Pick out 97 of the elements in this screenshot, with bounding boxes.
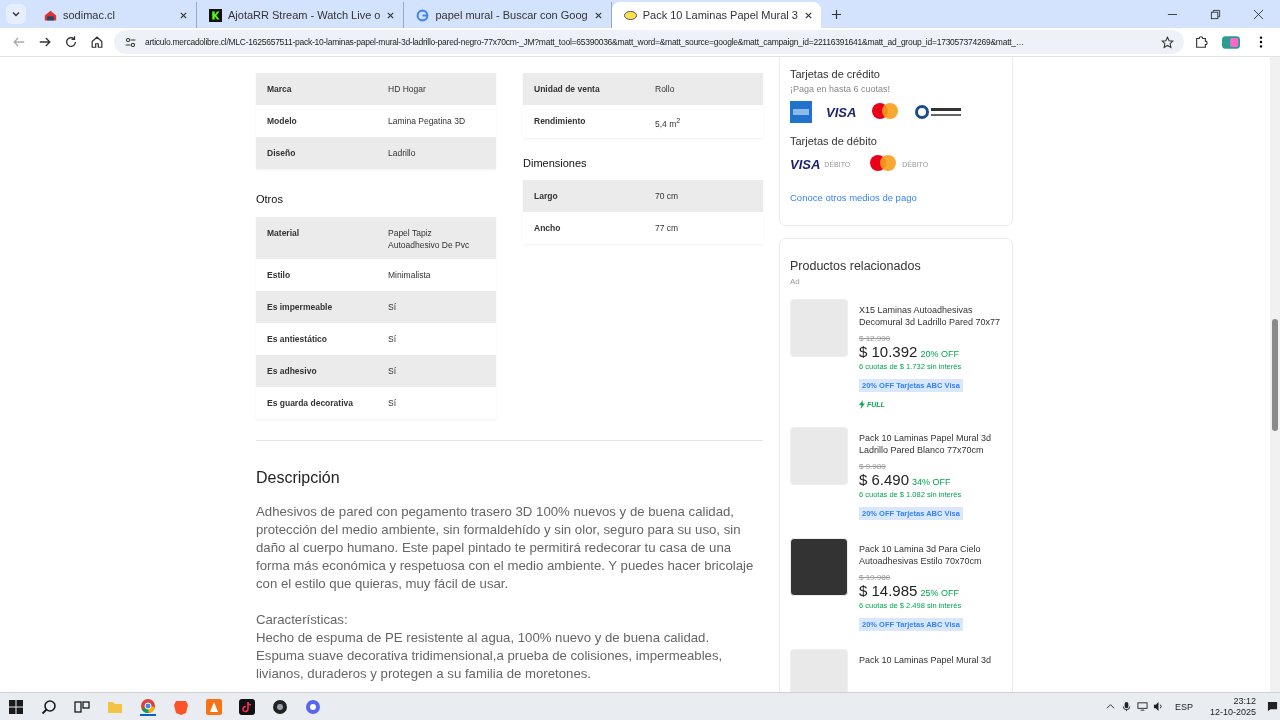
spec-value: Sí [388, 365, 398, 378]
task-view-icon[interactable] [74, 698, 90, 715]
close-icon[interactable] [804, 10, 813, 20]
spec-label: Es adhesivo [267, 366, 318, 378]
chevron-up-icon[interactable] [1104, 701, 1116, 712]
language-indicator[interactable]: ESP [1174, 701, 1193, 712]
close-icon[interactable] [386, 10, 396, 20]
spec-label: Marca [267, 84, 293, 96]
product-photo-placeholder[interactable] [790, 538, 848, 596]
mastercard-logo-icon [868, 154, 899, 174]
spec-label: Diseño [267, 148, 297, 160]
installments-note: ¡Paga en hasta 6 cuotas! [790, 84, 892, 94]
spec-value: Sí [388, 333, 398, 346]
k-logo-icon [209, 8, 222, 22]
spec-value: 70 cm [655, 189, 680, 203]
windows-start-icon[interactable] [8, 698, 24, 715]
clock-time[interactable]: 23:12 [1233, 695, 1256, 707]
payment-methods-link[interactable]: Conoce otros medios de pago [790, 192, 917, 203]
circle-app-icon[interactable] [272, 698, 288, 715]
spec-value: Papel Tapiz Autoadhesivo De Pvc [388, 227, 471, 252]
address-bar[interactable] [114, 30, 1184, 54]
product-title-link[interactable]: Pack 10 Laminas Papel Mural 3d [859, 654, 1002, 666]
reload-icon[interactable] [64, 35, 78, 49]
chrome-icon[interactable] [140, 697, 156, 716]
spec-label: Es antiestático [267, 334, 328, 346]
product-title-link[interactable]: Pack 10 Laminas Papel Mural 3d Ladrillo Pared Blanco 77x70cm [859, 432, 1002, 456]
related-title: Productos relacionados [790, 259, 922, 273]
profile-icon[interactable] [1222, 35, 1240, 49]
discount-label: 25% OFF [920, 588, 959, 598]
notification-icon[interactable] [1267, 701, 1278, 712]
chevron-down-icon [11, 9, 21, 19]
home-icon[interactable] [90, 35, 104, 49]
spec-label: Es guarda decorativa [267, 398, 354, 410]
network-icon[interactable] [1136, 701, 1148, 712]
spec-label: Rendimiento [534, 116, 587, 128]
credit-cards-title: Tarjetas de crédito [790, 68, 881, 80]
browser-tab[interactable]: Pack 10 Laminas Papel Mural 3 [611, 2, 821, 28]
volume-icon[interactable] [1152, 701, 1164, 712]
spec-label: Estilo [267, 270, 292, 282]
tab-search-button[interactable] [6, 4, 26, 24]
spec-value: Minimalista [388, 269, 432, 282]
spec-label: Es impermeable [267, 302, 334, 314]
url-text: articulo.mercadolibre.cl/MLC-1625657511-pack-10-laminas-papel-mural-3d-ladrillo-pared-negro-77x70cm-_JM?matt_tool=65390036&matt_word=&matt_source=google&matt_campaign_id=22116391641&matt_ad_group_id=173057374269&matt_… [145, 37, 1026, 47]
spec-value: Sí [388, 397, 398, 410]
product-price: $ 14.985 [859, 582, 918, 599]
restore-icon[interactable] [1210, 9, 1221, 20]
music-note-icon[interactable] [239, 698, 255, 715]
product-price: $ 6.490 [859, 471, 910, 488]
card-logo-icon [790, 101, 812, 123]
original-price: $ 12.990 [859, 334, 892, 343]
spec-value: Sí [388, 301, 398, 314]
product-price: $ 10.392 [859, 343, 918, 360]
spec-value: Lamina Pegatina 3D [388, 115, 467, 128]
description-heading: Descripción [256, 469, 341, 487]
spec-label: Material [267, 228, 301, 240]
spec-label: Modelo [267, 116, 298, 128]
search-icon[interactable] [41, 698, 57, 715]
discount-label: 34% OFF [912, 477, 951, 487]
feature-line: Hecho de espuma de PE resistente al agua, 100% nuevo y de buena calidad. [256, 629, 711, 647]
visa-logo: VISA [790, 156, 821, 172]
close-icon[interactable] [1253, 9, 1264, 20]
site-settings-icon[interactable] [124, 35, 137, 49]
spec-value: Rollo [655, 83, 676, 96]
spec-value: 5,4 m$^{2}$ [655, 116, 682, 131]
features-heading: Características: [256, 611, 349, 629]
new-tab-icon[interactable] [831, 9, 842, 20]
star-icon[interactable] [1161, 35, 1174, 49]
ad-label: Ad [790, 277, 801, 286]
product-title-link[interactable]: Pack 10 Lamina 3d Para Cielo Autoadhesivas Estilo 70x70cm [859, 543, 1002, 567]
house-icon [44, 8, 57, 22]
scrollbar[interactable] [1270, 57, 1280, 692]
discount-label: 20% OFF [920, 349, 959, 359]
spec-value: Ladrillo [388, 147, 417, 160]
puzzle-piece-icon[interactable] [1194, 35, 1208, 49]
original-price: $ 19.980 [859, 573, 892, 582]
section-heading: Dimensiones [523, 156, 588, 169]
close-icon[interactable] [593, 10, 603, 20]
spec-value: HD Hogar [388, 83, 427, 96]
mastercard-logo-icon [870, 102, 901, 122]
microphone-icon[interactable] [1120, 701, 1132, 712]
close-icon[interactable] [179, 10, 188, 20]
feature-line: livianos, duraderos y protegen a su familia de moretones. [256, 665, 592, 683]
spec-label: Unidad de venta [534, 84, 601, 96]
spec-label: Largo [534, 190, 559, 203]
forward-arrow-icon[interactable] [38, 35, 52, 49]
clock-date[interactable]: 12-10-2025 [1209, 706, 1256, 718]
debit-cards-title: Tarjetas de débito [790, 135, 878, 147]
visa-logo: VISA [826, 104, 857, 120]
feature-line: Espuma suave decorativa tridimensional,a prueba de colisiones, impermeables, [256, 647, 724, 665]
description-text: Adhesivos de pared con pegamento trasero 3D 100% nuevos y de buena calidad, protección del medio ambiente, sin formaldehído y sin olor, seguro para su uso, sin daño al cuerpo humano. Este papel pintado te permitirá redecorar tu casa de una forma más económica y respetuosa con el medio ambiente. Y puedes hacer bricolaje con el estilo que quieras, muy fácil de usar. [256, 503, 755, 593]
product-title-link[interactable]: X15 Laminas Autoadhesivas Decomural 3d Ladrillo Pared 70x77 [859, 304, 1002, 328]
spec-label: Ancho [534, 222, 562, 235]
lightning-icon [859, 400, 865, 409]
google-icon [416, 8, 430, 22]
section-heading: Otros [256, 193, 284, 205]
spec-value: 77 cm [655, 221, 680, 235]
original-price: $ 9.980 [859, 462, 887, 471]
